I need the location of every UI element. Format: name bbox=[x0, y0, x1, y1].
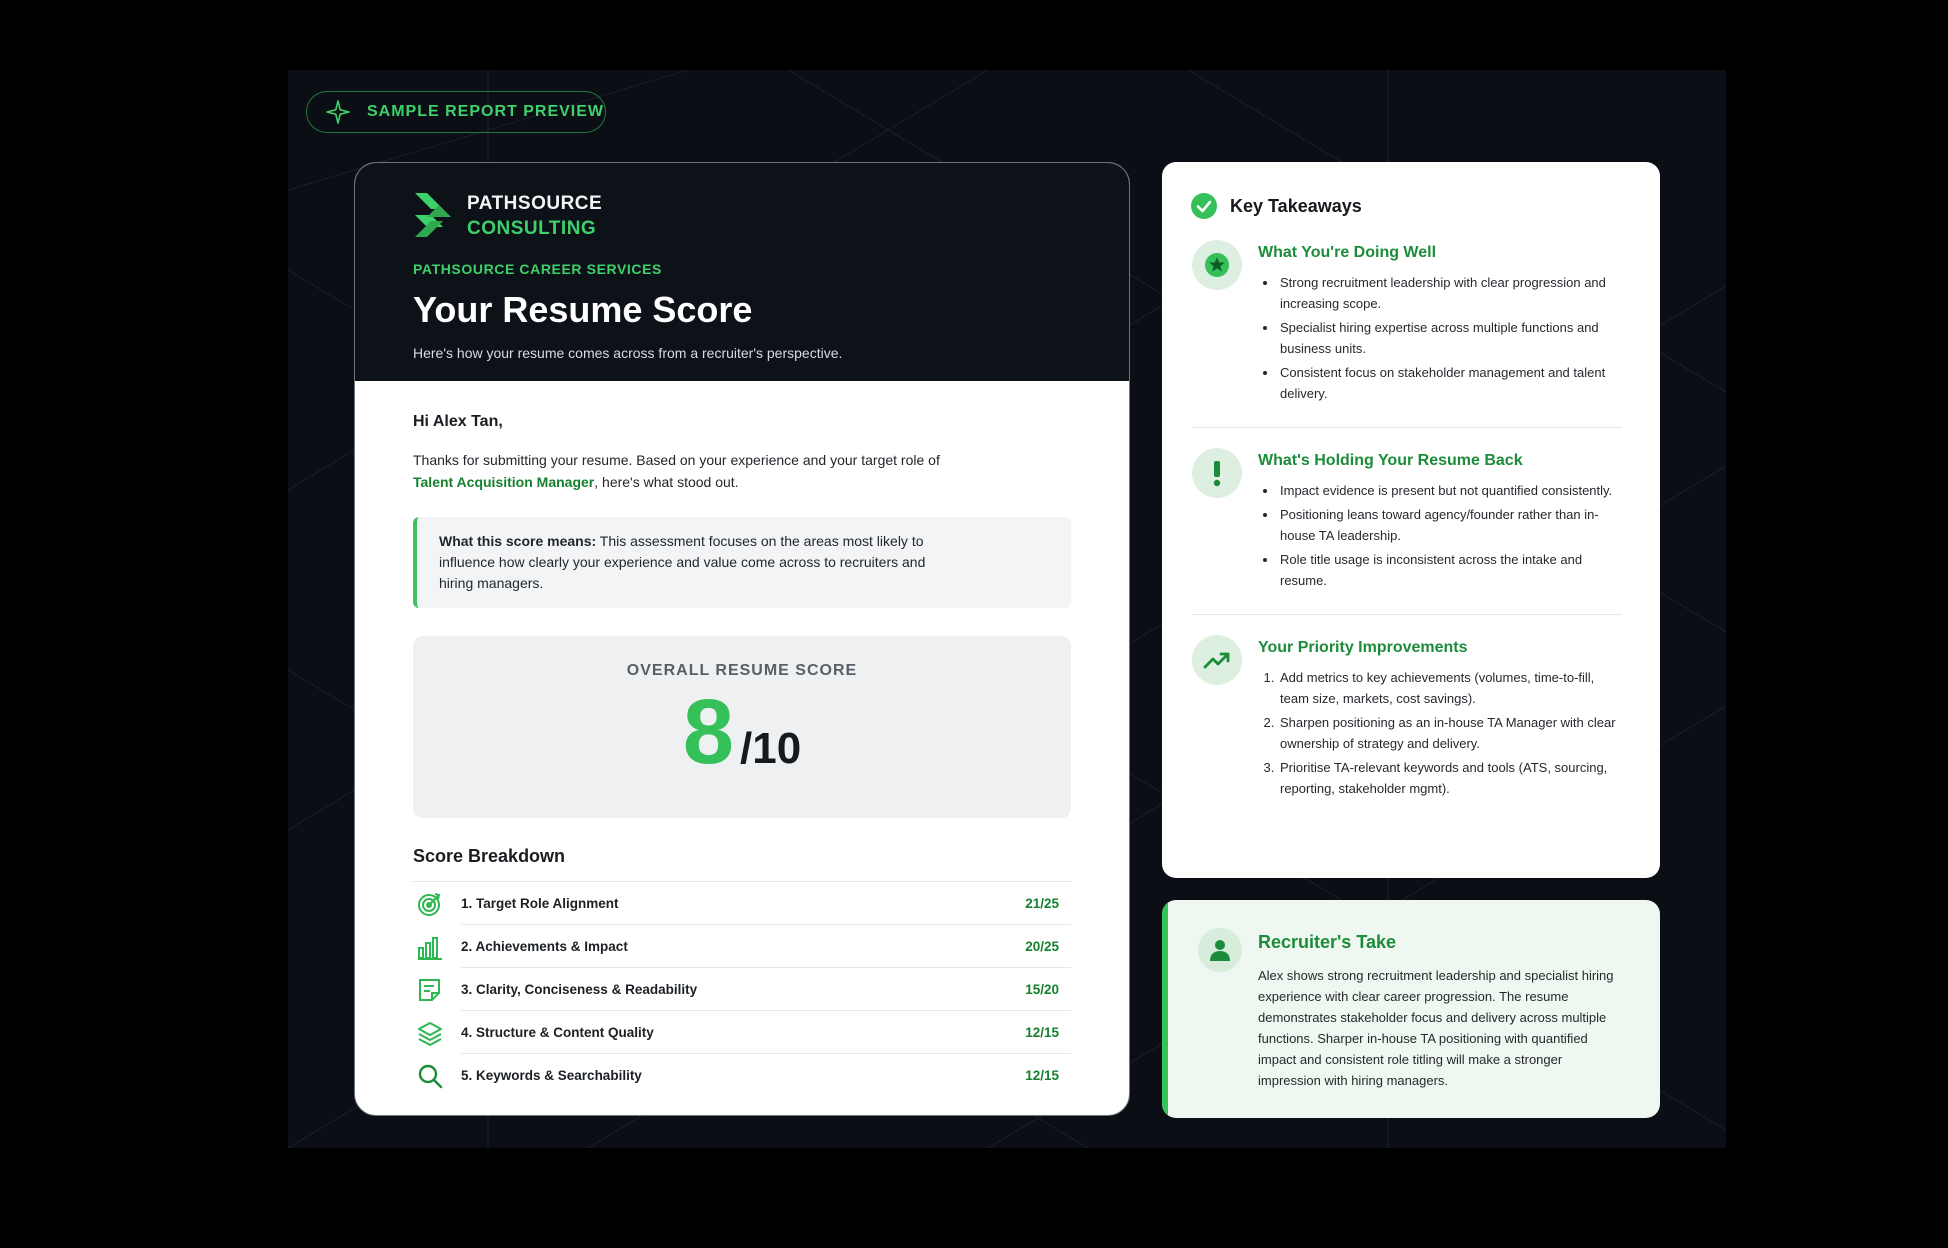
section-title: Your Priority Improvements bbox=[1258, 639, 1468, 656]
resume-report-card: PATHSOURCE CONSULTING PATHSOURCE CAREER … bbox=[354, 162, 1130, 1116]
key-takeaways-card: Key Takeaways What You're Doing Well Str… bbox=[1162, 162, 1660, 878]
sample-report-badge: SAMPLE REPORT PREVIEW bbox=[306, 91, 606, 133]
list-item: Consistent focus on stakeholder manageme… bbox=[1278, 362, 1622, 404]
sparkle-icon bbox=[325, 99, 351, 125]
breakdown-score: 20/25 bbox=[1025, 938, 1059, 954]
bar-chart-icon bbox=[413, 925, 461, 968]
recruiter-take-text: Alex shows strong recruitment leadership… bbox=[1258, 968, 1614, 1088]
key-takeaways-title: Key Takeaways bbox=[1230, 195, 1362, 216]
breakdown-row: 3. Clarity, Conciseness & Readability 15/… bbox=[413, 968, 1071, 1011]
layers-icon bbox=[413, 1011, 461, 1054]
takeaway-section-strengths: What You're Doing Well Strong recruitmen… bbox=[1192, 220, 1622, 428]
breakdown-score: 21/25 bbox=[1025, 895, 1059, 911]
recruiter-take-title: Recruiter's Take bbox=[1258, 932, 1397, 952]
document-icon bbox=[413, 968, 461, 1011]
takeaway-section-issues: What's Holding Your Resume Back Impact e… bbox=[1192, 428, 1622, 615]
list-item: Positioning leans toward agency/founder … bbox=[1278, 504, 1622, 546]
person-icon bbox=[1198, 928, 1242, 972]
score-label: OVERALL RESUME SCORE bbox=[626, 662, 858, 679]
breakdown-row: 5. Keywords & Searchability 12/15 bbox=[413, 1054, 1071, 1097]
report-header: PATHSOURCE CONSULTING PATHSOURCE CAREER … bbox=[355, 163, 1129, 381]
report-title: Your Resume Score bbox=[413, 289, 753, 330]
breakdown-score: 12/15 bbox=[1025, 1068, 1059, 1083]
badge-label: SAMPLE REPORT PREVIEW bbox=[367, 103, 605, 120]
list-item: Add metrics to key achievements (volumes… bbox=[1278, 667, 1622, 709]
intro-before: Thanks for submitting your resume. Based… bbox=[413, 452, 940, 468]
list-item: Specialist hiring expertise across multi… bbox=[1278, 317, 1622, 359]
breakdown-label: 2. Achievements & Impact bbox=[461, 938, 628, 954]
list-item: Impact evidence is present but not quant… bbox=[1278, 480, 1622, 501]
intro-text: Thanks for submitting your resume. Based… bbox=[413, 449, 1071, 493]
pathsource-logo-icon bbox=[415, 193, 451, 237]
accent-bar bbox=[1162, 900, 1168, 1118]
recruiter-take-card: Recruiter's Take Alex shows strong recru… bbox=[1162, 900, 1660, 1118]
score-breakdown-title: Score Breakdown bbox=[413, 846, 1071, 882]
preview-stage: SAMPLE REPORT PREVIEW PATHSOURCE CONSULT… bbox=[288, 70, 1726, 1148]
company-logo: PATHSOURCE CONSULTING bbox=[413, 191, 1071, 241]
breakdown-label: 4. Structure & Content Quality bbox=[461, 1024, 654, 1040]
logo-line-2: CONSULTING bbox=[467, 218, 597, 239]
list-item: Role title usage is inconsistent across … bbox=[1278, 549, 1622, 591]
takeaway-section-improvements: Your Priority Improvements Add metrics t… bbox=[1192, 615, 1622, 822]
star-icon bbox=[1192, 240, 1242, 290]
score-meaning-callout: What this score means: This assessment f… bbox=[413, 517, 1071, 608]
breakdown-row: 4. Structure & Content Quality 12/15 bbox=[413, 1011, 1071, 1054]
list-item: Prioritise TA-relevant keywords and tool… bbox=[1278, 757, 1622, 799]
breakdown-label: 5. Keywords & Searchability bbox=[461, 1068, 642, 1083]
breakdown-label: 3. Clarity, Conciseness & Readability bbox=[461, 981, 698, 997]
target-icon bbox=[413, 882, 461, 925]
score-max: /10 bbox=[740, 724, 802, 773]
score-value: 8 bbox=[682, 681, 734, 783]
breakdown-row: 2. Achievements & Impact 20/25 bbox=[413, 925, 1071, 968]
list-item: Strong recruitment leadership with clear… bbox=[1278, 272, 1622, 314]
report-eyebrow: PATHSOURCE CAREER SERVICES bbox=[413, 261, 662, 277]
trend-up-icon bbox=[1192, 635, 1242, 685]
callout-label: What this score means: bbox=[439, 533, 597, 549]
list-item: Sharpen positioning as an in-house TA Ma… bbox=[1278, 712, 1622, 754]
logo-line-1: PATHSOURCE bbox=[467, 193, 603, 214]
section-title: What's Holding Your Resume Back bbox=[1258, 452, 1523, 469]
greeting: Hi Alex Tan, bbox=[413, 413, 503, 430]
breakdown-label: 1. Target Role Alignment bbox=[461, 895, 619, 911]
score-breakdown-list: 1. Target Role Alignment 21/25 2. Achieve… bbox=[413, 882, 1071, 1097]
report-body: Hi Alex Tan, Thanks for submitting your … bbox=[355, 381, 1129, 1097]
check-circle-icon bbox=[1191, 193, 1217, 219]
overall-score-box: OVERALL RESUME SCORE 8 /10 bbox=[413, 636, 1071, 818]
breakdown-row: 1. Target Role Alignment 21/25 bbox=[413, 882, 1071, 925]
target-role: Talent Acquisition Manager bbox=[413, 474, 595, 490]
section-title: What You're Doing Well bbox=[1258, 244, 1437, 261]
breakdown-score: 15/20 bbox=[1025, 981, 1059, 997]
exclamation-icon bbox=[1192, 448, 1242, 498]
intro-after: , here's what stood out. bbox=[594, 474, 739, 490]
breakdown-score: 12/15 bbox=[1025, 1024, 1059, 1040]
search-icon bbox=[413, 1054, 461, 1097]
report-subtitle: Here's how your resume comes across from… bbox=[413, 345, 843, 361]
